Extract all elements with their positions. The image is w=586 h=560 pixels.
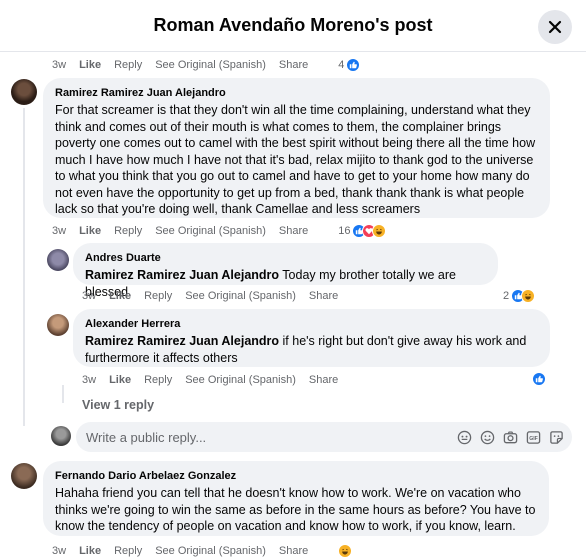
comment-time[interactable]: 3w xyxy=(52,225,66,237)
camera-icon[interactable] xyxy=(502,429,518,445)
comment-author[interactable]: Fernando Dario Arbelaez Gonzalez xyxy=(55,469,537,483)
emoji-icon[interactable] xyxy=(479,429,495,445)
avatar[interactable] xyxy=(47,249,69,271)
reactions-summary[interactable] xyxy=(352,224,387,238)
close-icon xyxy=(548,20,562,34)
reactions-summary[interactable] xyxy=(532,372,546,386)
page-title: Roman Avendaño Moreno's post xyxy=(153,15,433,35)
reply-input[interactable] xyxy=(86,429,456,445)
share-button[interactable]: Share xyxy=(279,225,308,237)
reply-button[interactable]: Reply xyxy=(114,225,142,237)
comment-bubble: Ramirez Ramirez Juan Alejandro For that … xyxy=(43,78,550,218)
avatar[interactable] xyxy=(51,426,71,446)
reply-button[interactable]: Reply xyxy=(144,290,172,302)
reactions-summary[interactable] xyxy=(346,58,361,72)
see-original-button[interactable]: See Original (Spanish) xyxy=(155,545,266,557)
avatar[interactable] xyxy=(11,463,37,489)
share-button[interactable]: Share xyxy=(279,545,308,557)
comment-author[interactable]: Alexander Herrera xyxy=(85,317,538,331)
comment-time[interactable]: 3w xyxy=(52,59,66,71)
reaction-count[interactable]: 16 xyxy=(338,225,350,237)
mention-link[interactable]: Ramirez Ramirez Juan Alejandro xyxy=(85,268,279,282)
view-replies-link[interactable]: View 1 reply xyxy=(82,398,154,412)
thread-line xyxy=(62,385,64,403)
comment-bubble: Fernando Dario Arbelaez Gonzalez Hahaha … xyxy=(43,461,549,536)
comment-text: Hahaha friend you can tell that he doesn… xyxy=(55,486,536,533)
see-original-button[interactable]: See Original (Spanish) xyxy=(185,374,296,386)
reply-actions: 3w Like Reply See Original (Spanish) Sha… xyxy=(82,374,351,386)
comment-time[interactable]: 3w xyxy=(82,374,96,386)
close-button[interactable] xyxy=(538,10,572,44)
sticker-icon[interactable] xyxy=(548,429,564,445)
like-reaction-icon xyxy=(532,372,546,386)
avatar-sticker-icon[interactable] xyxy=(456,429,472,445)
comment-time[interactable]: 3w xyxy=(82,290,96,302)
thread-line xyxy=(23,108,25,426)
reactions-summary[interactable]: 2 xyxy=(503,289,536,303)
like-button[interactable]: Like xyxy=(109,290,131,302)
reply-button[interactable]: Reply xyxy=(114,545,142,557)
reply-bubble: Andres Duarte Ramirez Ramirez Juan Aleja… xyxy=(73,243,498,299)
comment-text: For that screamer is that they don't win… xyxy=(55,103,536,216)
reply-bubble: Alexander Herrera Ramirez Ramirez Juan A… xyxy=(73,309,550,367)
haha-reaction-icon xyxy=(372,224,387,238)
see-original-button[interactable]: See Original (Spanish) xyxy=(155,59,266,71)
comment-actions-top: 3w Like Reply See Original (Spanish) Sha… xyxy=(52,58,361,72)
avatar[interactable] xyxy=(11,79,37,105)
reply-composer: GIF xyxy=(76,422,572,452)
comment-time[interactable]: 3w xyxy=(52,545,66,557)
gif-icon[interactable]: GIF xyxy=(525,429,541,445)
reactions-summary[interactable] xyxy=(338,544,353,558)
share-button[interactable]: Share xyxy=(309,374,338,386)
comment-author[interactable]: Andres Duarte xyxy=(85,251,486,265)
mention-link[interactable]: Ramirez Ramirez Juan Alejandro xyxy=(85,334,279,348)
reaction-count[interactable]: 4 xyxy=(338,59,344,71)
comment-author[interactable]: Ramirez Ramirez Juan Alejandro xyxy=(55,86,538,100)
see-original-button[interactable]: See Original (Spanish) xyxy=(185,290,296,302)
reply-actions: 3w Like Reply See Original (Spanish) Sha… xyxy=(82,290,351,302)
reply-button[interactable]: Reply xyxy=(144,374,172,386)
share-button[interactable]: Share xyxy=(309,290,338,302)
like-button[interactable]: Like xyxy=(79,545,101,557)
reaction-count[interactable]: 2 xyxy=(503,290,509,302)
share-button[interactable]: Share xyxy=(279,59,308,71)
like-reaction-icon xyxy=(346,58,361,72)
like-button[interactable]: Like xyxy=(79,59,101,71)
avatar[interactable] xyxy=(47,314,69,336)
like-button[interactable]: Like xyxy=(79,225,101,237)
comment-text: Ramirez Ramirez Juan Alejandro if he's r… xyxy=(85,333,538,366)
reply-button[interactable]: Reply xyxy=(114,59,142,71)
like-button[interactable]: Like xyxy=(109,374,131,386)
haha-reaction-icon xyxy=(338,544,353,558)
svg-text:GIF: GIF xyxy=(529,435,538,441)
comment-actions: 3w Like Reply See Original (Spanish) Sha… xyxy=(52,224,387,238)
see-original-button[interactable]: See Original (Spanish) xyxy=(155,225,266,237)
post-header: Roman Avendaño Moreno's post xyxy=(0,0,586,52)
comment-actions: 3w Like Reply See Original (Spanish) Sha… xyxy=(52,544,353,558)
haha-reaction-icon xyxy=(521,289,536,303)
